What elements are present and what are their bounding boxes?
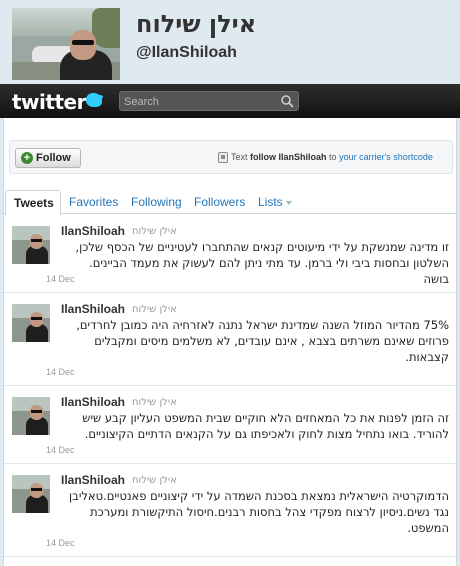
tab-following[interactable]: Following	[131, 195, 182, 209]
phone-icon	[218, 152, 228, 163]
tweet-text: זה הזמן לפנות את כל המאחזים הלא חוקיים ש…	[82, 411, 449, 441]
profile-tabs: Tweets Favorites Following Followers Lis…	[4, 190, 456, 215]
tweet-fullname: אילן שילוח	[132, 397, 177, 408]
top-bar: twitter	[0, 84, 460, 118]
follow-button-label: Follow	[36, 152, 71, 164]
tweet-username[interactable]: IlanShiloah	[61, 395, 125, 409]
search-input[interactable]	[124, 94, 274, 109]
twitter-bird-icon	[86, 93, 103, 107]
tweet-avatar[interactable]	[12, 397, 50, 435]
tweet-fullname: אילן שילוח	[132, 304, 177, 315]
tweet: IlanShiloah אילן שילוח 75% מהדיור המוזל …	[4, 294, 456, 386]
tab-lists[interactable]: Lists	[258, 195, 292, 209]
twitter-logo[interactable]: twitter	[12, 90, 86, 114]
tab-favorites[interactable]: Favorites	[69, 195, 118, 209]
tweet-username[interactable]: IlanShiloah	[61, 302, 125, 316]
chevron-down-icon	[285, 200, 292, 205]
follow-bar: + Follow Text follow IlanShiloah to your…	[9, 140, 453, 174]
sms-follow-text: Text follow IlanShiloah to your carrier'…	[231, 152, 433, 162]
tweet-text: הדמוקרטיה הישראלית נמצאת בסכנת השמדה על …	[69, 489, 449, 535]
tweet: IlanShiloah אילן שילוח הדמוקרטיה הישראלי…	[4, 465, 456, 557]
search-box	[119, 91, 299, 111]
profile-header: אילן שילוח @IlanShiloah	[0, 0, 460, 84]
tab-followers[interactable]: Followers	[194, 195, 245, 209]
tweet-avatar[interactable]	[12, 226, 50, 264]
tweet: IlanShiloah אילן שילוח זה הזמן לפנות את …	[4, 387, 456, 464]
search-icon[interactable]	[280, 94, 295, 109]
tweet-username[interactable]: IlanShiloah	[61, 473, 125, 487]
plus-icon: +	[21, 152, 33, 164]
tweet-username[interactable]: IlanShiloah	[61, 224, 125, 238]
tweet-fullname: אילן שילוח	[132, 226, 177, 237]
tweet-timestamp[interactable]: 14 Dec	[46, 445, 75, 455]
profile-name: אילן שילוח	[136, 10, 257, 38]
tweet-avatar[interactable]	[12, 475, 50, 513]
content-panel: + Follow Text follow IlanShiloah to your…	[3, 118, 457, 566]
carrier-shortcode-link[interactable]: your carrier's shortcode	[339, 152, 433, 162]
twitter-profile-page: אילן שילוח @IlanShiloah twitter + Follow…	[0, 0, 460, 566]
profile-avatar[interactable]	[12, 8, 120, 80]
tweet-avatar[interactable]	[12, 304, 50, 342]
tweet-text: זו מדינה שמנשקת על ידי מיעוטים קנאים שהת…	[75, 240, 449, 286]
profile-handle: @IlanShiloah	[136, 44, 237, 61]
tweet: IlanShiloah אילן שילוח זו מדינה שמנשקת ע…	[4, 216, 456, 293]
tweet-timestamp[interactable]: 14 Dec	[46, 274, 75, 284]
follow-button[interactable]: + Follow	[15, 148, 81, 168]
tweet-fullname: אילן שילוח	[132, 475, 177, 486]
tweet-text: 75% מהדיור המוזל השנה שמדינת ישראל נתנה …	[76, 318, 449, 364]
tab-tweets[interactable]: Tweets	[5, 190, 61, 215]
tweet-timestamp[interactable]: 14 Dec	[46, 538, 75, 548]
tweet-timestamp[interactable]: 14 Dec	[46, 367, 75, 377]
